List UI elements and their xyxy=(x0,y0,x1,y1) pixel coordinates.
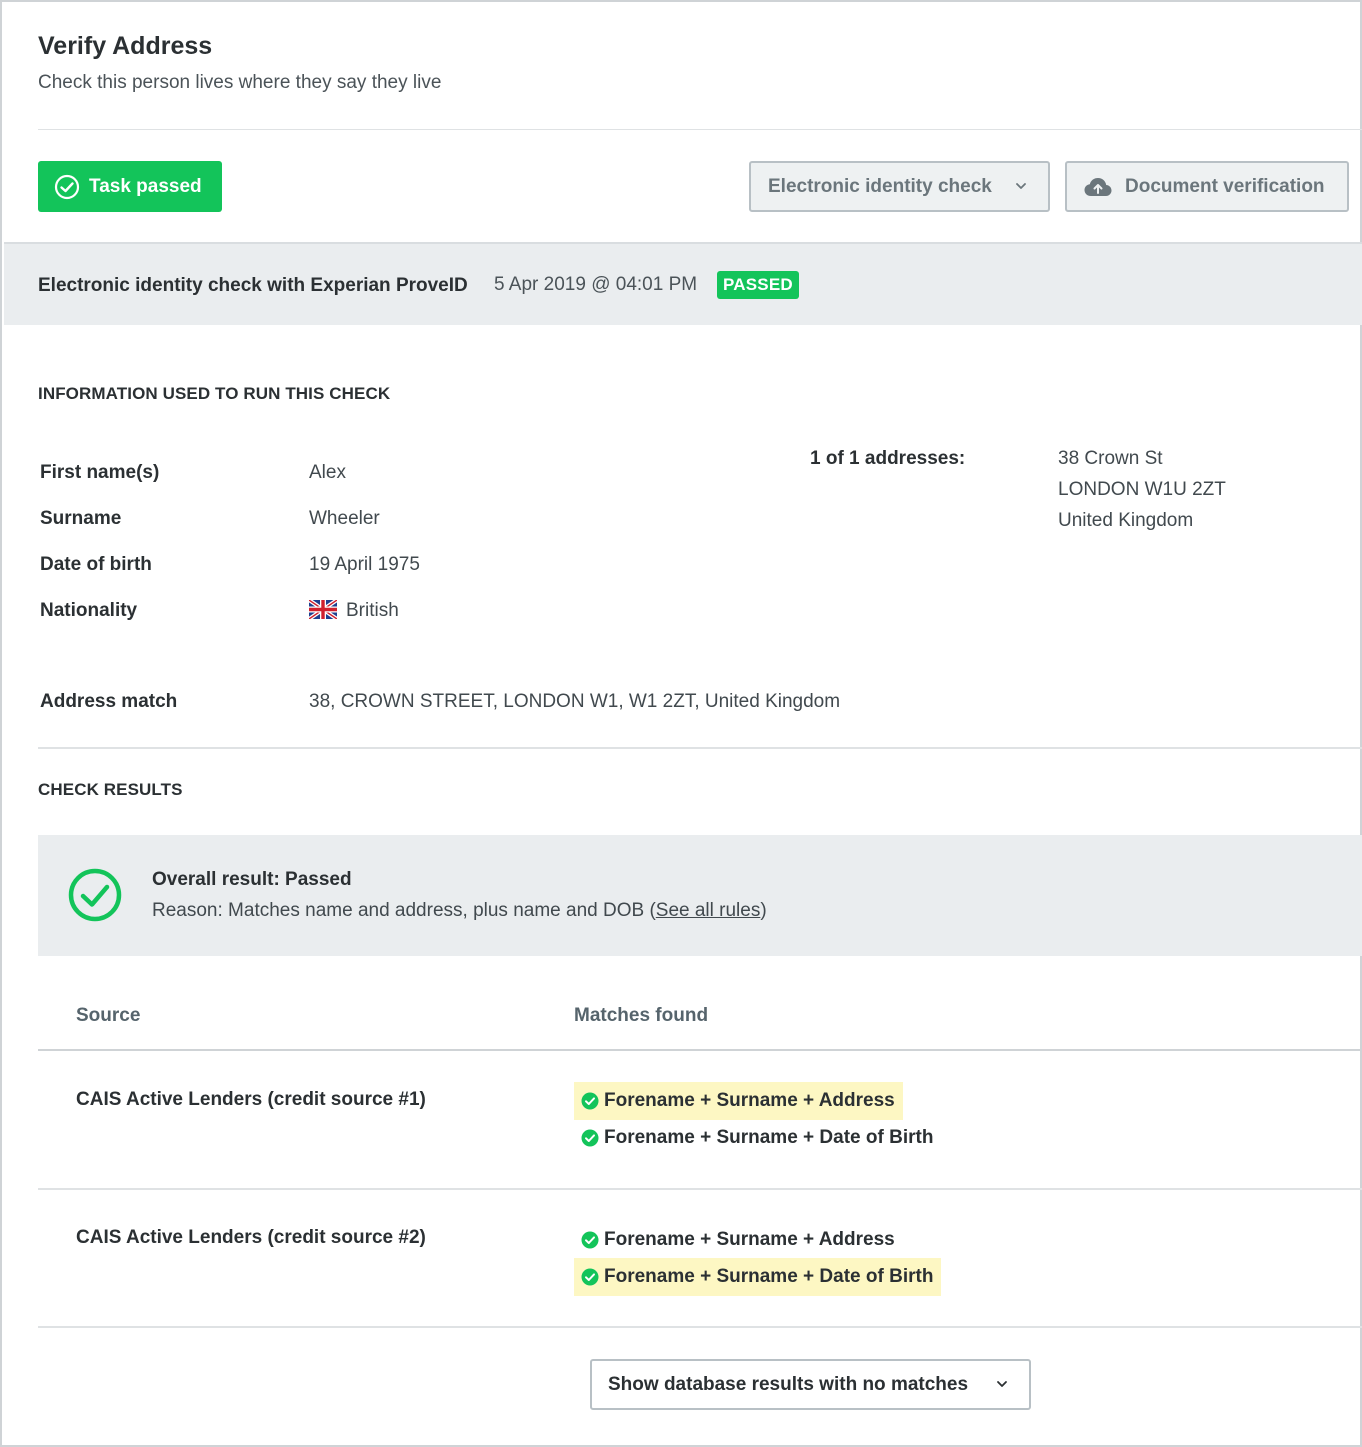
page-title: Verify Address xyxy=(38,32,213,60)
see-all-rules-link[interactable]: See all rules xyxy=(656,900,761,921)
match-item: Forename + Surname + Date of Birth xyxy=(574,1119,941,1157)
address-line-2: LONDON W1U 2ZT xyxy=(1058,479,1226,500)
reason-text: Reason: Matches name and address, plus n… xyxy=(152,900,656,921)
overall-result-reason: Reason: Matches name and address, plus n… xyxy=(152,900,767,922)
check-datetime: 5 Apr 2019 @ 04:01 PM xyxy=(494,274,698,295)
electronic-identity-check-dropdown[interactable]: Electronic identity check xyxy=(749,161,1050,212)
uk-flag-icon xyxy=(309,600,337,619)
check-circle-icon xyxy=(54,174,80,199)
eic-dropdown-label: Electronic identity check xyxy=(768,175,992,197)
check-title: Electronic identity check with Experian … xyxy=(38,275,468,296)
cloud-upload-icon xyxy=(1084,177,1112,196)
table-header-divider xyxy=(38,1049,1362,1051)
match-item: Forename + Surname + Address xyxy=(574,1221,903,1259)
check-circle-filled-icon xyxy=(581,1231,599,1249)
status-badge: PASSED xyxy=(717,271,799,299)
overall-result-panel: Overall result: Passed Reason: Matches n… xyxy=(38,835,1362,956)
dob-label: Date of birth xyxy=(40,554,152,575)
nationality-label: Nationality xyxy=(40,600,138,621)
page-subtitle: Check this person lives where they say t… xyxy=(38,72,442,93)
address-match-value: 38, CROWN STREET, LONDON W1, W1 2ZT, Uni… xyxy=(309,691,841,712)
match-label: Forename + Surname + Address xyxy=(604,1229,895,1250)
nationality-text: British xyxy=(346,600,399,621)
check-circle-filled-icon xyxy=(581,1268,599,1286)
address-count-label: 1 of 1 addresses: xyxy=(810,448,966,469)
reason-suffix: ) xyxy=(760,900,767,921)
overall-result-title: Overall result: Passed xyxy=(152,869,352,890)
show-no-matches-button[interactable]: Show database results with no matches xyxy=(590,1359,1031,1410)
table-row-source: CAIS Active Lenders (credit source #2) xyxy=(76,1227,426,1248)
check-summary-band: Electronic identity check with Experian … xyxy=(4,242,1362,325)
match-item: Forename + Surname + Date of Birth xyxy=(574,1258,942,1296)
chevron-down-icon xyxy=(997,1381,1007,1387)
match-label: Forename + Surname + Date of Birth xyxy=(604,1127,934,1148)
show-no-matches-label: Show database results with no matches xyxy=(608,1373,969,1395)
header-divider xyxy=(38,129,1362,130)
first-name-value: Alex xyxy=(309,462,346,483)
check-circle-filled-icon xyxy=(581,1092,599,1110)
task-passed-label: Task passed xyxy=(89,175,202,197)
task-passed-button[interactable]: Task passed xyxy=(38,161,222,212)
column-header-source: Source xyxy=(76,1005,141,1026)
match-item: Forename + Surname + Address xyxy=(574,1082,903,1120)
check-circle-icon xyxy=(68,868,122,922)
match-label: Forename + Surname + Date of Birth xyxy=(604,1266,934,1287)
row-divider xyxy=(38,1326,1362,1328)
check-circle-filled-icon xyxy=(581,1129,599,1147)
dob-value: 19 April 1975 xyxy=(309,554,420,575)
surname-value: Wheeler xyxy=(309,508,380,529)
document-verification-button[interactable]: Document verification xyxy=(1065,161,1349,212)
first-name-label: First name(s) xyxy=(40,462,160,483)
address-line-3: United Kingdom xyxy=(1058,510,1194,531)
page-frame: Verify Address Check this person lives w… xyxy=(0,0,1362,1447)
section-divider xyxy=(38,747,1362,749)
table-row-source: CAIS Active Lenders (credit source #1) xyxy=(76,1089,426,1110)
match-label: Forename + Surname + Address xyxy=(604,1090,895,1111)
nationality-value: British xyxy=(309,600,399,622)
document-verification-label: Document verification xyxy=(1125,175,1325,197)
row-divider xyxy=(38,1188,1362,1190)
info-section-heading: INFORMATION USED TO RUN THIS CHECK xyxy=(38,384,391,403)
address-line-1: 38 Crown St xyxy=(1058,448,1163,469)
chevron-down-icon xyxy=(1016,183,1026,189)
check-results-heading: CHECK RESULTS xyxy=(38,780,183,799)
address-match-label: Address match xyxy=(40,691,178,712)
surname-label: Surname xyxy=(40,508,122,529)
column-header-matches: Matches found xyxy=(574,1005,709,1026)
